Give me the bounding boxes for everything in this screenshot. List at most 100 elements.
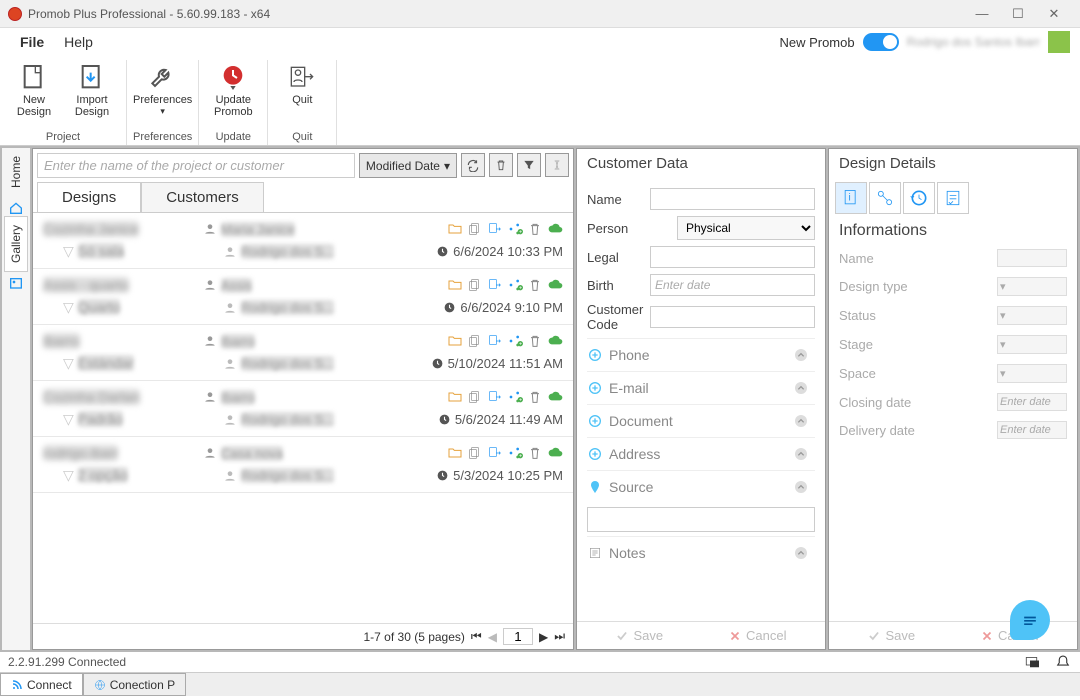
section-notes[interactable]: Notes [587,536,815,569]
import-design-button[interactable]: Import Design [64,60,120,120]
side-tab-gallery[interactable]: Gallery [4,216,28,272]
bottom-tab-conn-p[interactable]: Conection P [83,673,186,696]
update-button[interactable]: Update Promob [205,60,261,120]
folder-icon[interactable] [447,277,463,293]
export-button[interactable] [545,153,569,177]
quit-button[interactable]: Quit [274,60,330,108]
svg-text:+: + [519,454,522,460]
design-row[interactable]: Cozinha Janice Maria Janice + ▽ Só sala … [33,213,573,269]
minimize-button[interactable]: — [964,0,1000,28]
copy-icon[interactable] [467,333,483,349]
new-design-button[interactable]: New Design [6,60,62,120]
info-tab[interactable]: i [835,182,867,214]
legal-input[interactable] [650,246,815,268]
refresh-button[interactable] [461,153,485,177]
folder-icon[interactable] [447,389,463,405]
details-save-button[interactable]: Save [867,628,915,643]
folder-icon[interactable] [447,221,463,237]
source-input[interactable] [587,507,815,532]
person-icon [223,301,237,315]
move-icon[interactable] [487,333,503,349]
detail-type-combo[interactable]: ▾ [997,277,1067,296]
customer-cancel-button[interactable]: Cancel [728,628,786,643]
copy-icon[interactable] [467,445,483,461]
design-row[interactable]: rodrigo.ibarr Casa nova + ▽ 2 opção Rodr… [33,437,573,493]
cloud-icon[interactable] [547,333,563,349]
move-icon[interactable] [487,221,503,237]
trash-icon[interactable] [527,333,543,349]
filter-button[interactable] [517,153,541,177]
design-row[interactable]: Ibarro Ibarro + ▽ Estándar Rodrigo dos S… [33,325,573,381]
move-icon[interactable] [487,389,503,405]
section-email[interactable]: E-mail [587,371,815,404]
share-icon[interactable]: + [507,333,523,349]
trash-icon[interactable] [527,277,543,293]
page-input[interactable] [503,628,533,645]
trash-icon[interactable] [527,221,543,237]
clock-icon [436,469,449,482]
customer-name-input[interactable] [650,188,815,210]
move-icon[interactable] [487,445,503,461]
trash-icon[interactable] [527,445,543,461]
section-document[interactable]: Document [587,404,815,437]
cloud-icon[interactable] [547,389,563,405]
menu-help[interactable]: Help [54,30,103,54]
person-select[interactable]: Physical [677,216,815,240]
page-last[interactable]: ⏭ [554,629,565,644]
page-next[interactable]: ▶ [539,630,548,644]
move-icon[interactable] [487,277,503,293]
link-tab[interactable] [869,182,901,214]
page-first[interactable]: ⏮ [471,629,482,644]
help-bubble[interactable] [1010,600,1050,640]
copy-icon[interactable] [467,389,483,405]
cloud-icon[interactable] [547,277,563,293]
design-row[interactable]: Cozinha Darlan Ibarro + ▽ Padrão Rodrigo… [33,381,573,437]
delete-button[interactable] [489,153,513,177]
trash-icon[interactable] [527,389,543,405]
close-button[interactable]: ✕ [1036,0,1072,28]
cloud-icon[interactable] [547,445,563,461]
customer-code-input[interactable] [650,306,815,328]
section-address[interactable]: Address [587,437,815,470]
detail-stage-combo[interactable]: ▾ [997,335,1067,354]
person-icon [203,278,217,292]
bell-icon[interactable] [1054,653,1072,671]
copy-icon[interactable] [467,277,483,293]
maximize-button[interactable]: ☐ [1000,0,1036,28]
window-icon[interactable] [1024,653,1042,671]
detail-space-combo[interactable]: ▾ [997,364,1067,383]
birth-input[interactable] [650,274,815,296]
cloud-icon[interactable] [547,221,563,237]
detail-name-input[interactable] [997,249,1067,267]
copy-icon[interactable] [467,221,483,237]
checklist-tab[interactable] [937,182,969,214]
section-source[interactable]: Source [587,470,815,503]
menu-file[interactable]: File [10,30,54,54]
side-tab-home[interactable]: Home [5,148,27,196]
search-input[interactable] [37,153,355,178]
folder-icon[interactable] [447,333,463,349]
info-title: Informations [829,218,1077,244]
share-icon[interactable]: + [507,277,523,293]
design-row[interactable]: Assis - quarto Assis + ▽ Quarto Rodrigo … [33,269,573,325]
delivery-date-input[interactable] [997,421,1067,439]
history-tab[interactable] [903,182,935,214]
preferences-button[interactable]: Preferences ▾ [135,60,191,119]
tab-customers[interactable]: Customers [141,182,264,212]
check-icon [867,629,881,643]
detail-status-combo[interactable]: ▾ [997,306,1067,325]
section-phone[interactable]: Phone [587,338,815,371]
page-prev[interactable]: ◀ [488,630,497,644]
customer-save-button[interactable]: Save [615,628,663,643]
share-icon[interactable]: + [507,221,523,237]
closing-date-input[interactable] [997,393,1067,411]
share-icon[interactable]: + [507,389,523,405]
sort-dropdown[interactable]: Modified Date▾ [359,153,457,178]
share-icon[interactable]: + [507,445,523,461]
new-promob-toggle[interactable] [863,33,899,51]
tab-designs[interactable]: Designs [37,182,141,212]
checklist-icon [943,188,963,208]
bottom-tab-connect[interactable]: Connect [0,673,83,696]
folder-icon[interactable] [447,445,463,461]
user-avatar[interactable] [1048,31,1070,53]
